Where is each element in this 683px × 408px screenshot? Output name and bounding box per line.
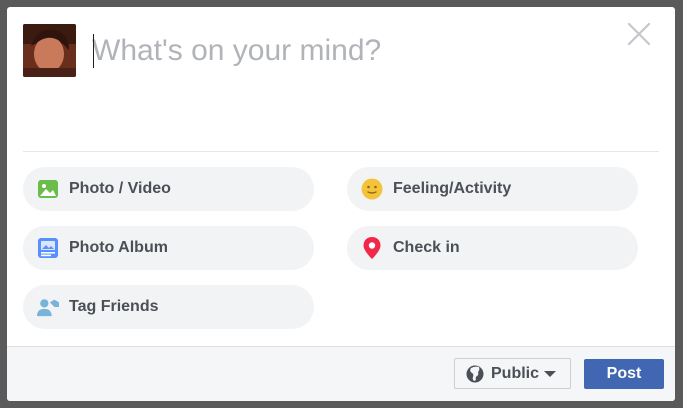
feeling-activity-button[interactable]: Feeling/Activity — [347, 167, 638, 211]
divider — [23, 151, 659, 152]
audience-label: Public — [491, 364, 540, 382]
tag-friends-button[interactable]: Tag Friends — [23, 285, 314, 329]
feeling-smiley-icon — [361, 178, 383, 200]
check-in-label: Check in — [393, 239, 460, 256]
dialog-footer: Public Post — [7, 346, 675, 401]
tag-friends-icon — [37, 296, 59, 318]
tag-friends-label: Tag Friends — [69, 298, 159, 315]
audience-selector[interactable]: Public — [454, 358, 571, 389]
photo-video-button[interactable]: Photo / Video — [23, 167, 314, 211]
feeling-activity-label: Feeling/Activity — [393, 180, 512, 197]
photo-album-label: Photo Album — [69, 239, 168, 256]
avatar — [23, 24, 76, 77]
photo-album-icon — [37, 237, 59, 259]
post-button[interactable]: Post — [584, 359, 664, 389]
close-icon — [627, 22, 651, 46]
status-input[interactable] — [92, 29, 612, 73]
photo-album-button[interactable]: Photo Album — [23, 226, 314, 270]
globe-icon — [466, 365, 484, 382]
check-in-button[interactable]: Check in — [347, 226, 638, 270]
location-pin-icon — [361, 237, 383, 259]
photo-video-label: Photo / Video — [69, 180, 171, 197]
photo-video-icon — [37, 178, 59, 200]
chevron-down-icon — [544, 370, 557, 377]
text-cursor — [93, 34, 94, 68]
create-post-dialog: Photo / Video Feeling/Activity Photo Alb… — [7, 7, 675, 401]
close-button[interactable] — [626, 21, 652, 47]
